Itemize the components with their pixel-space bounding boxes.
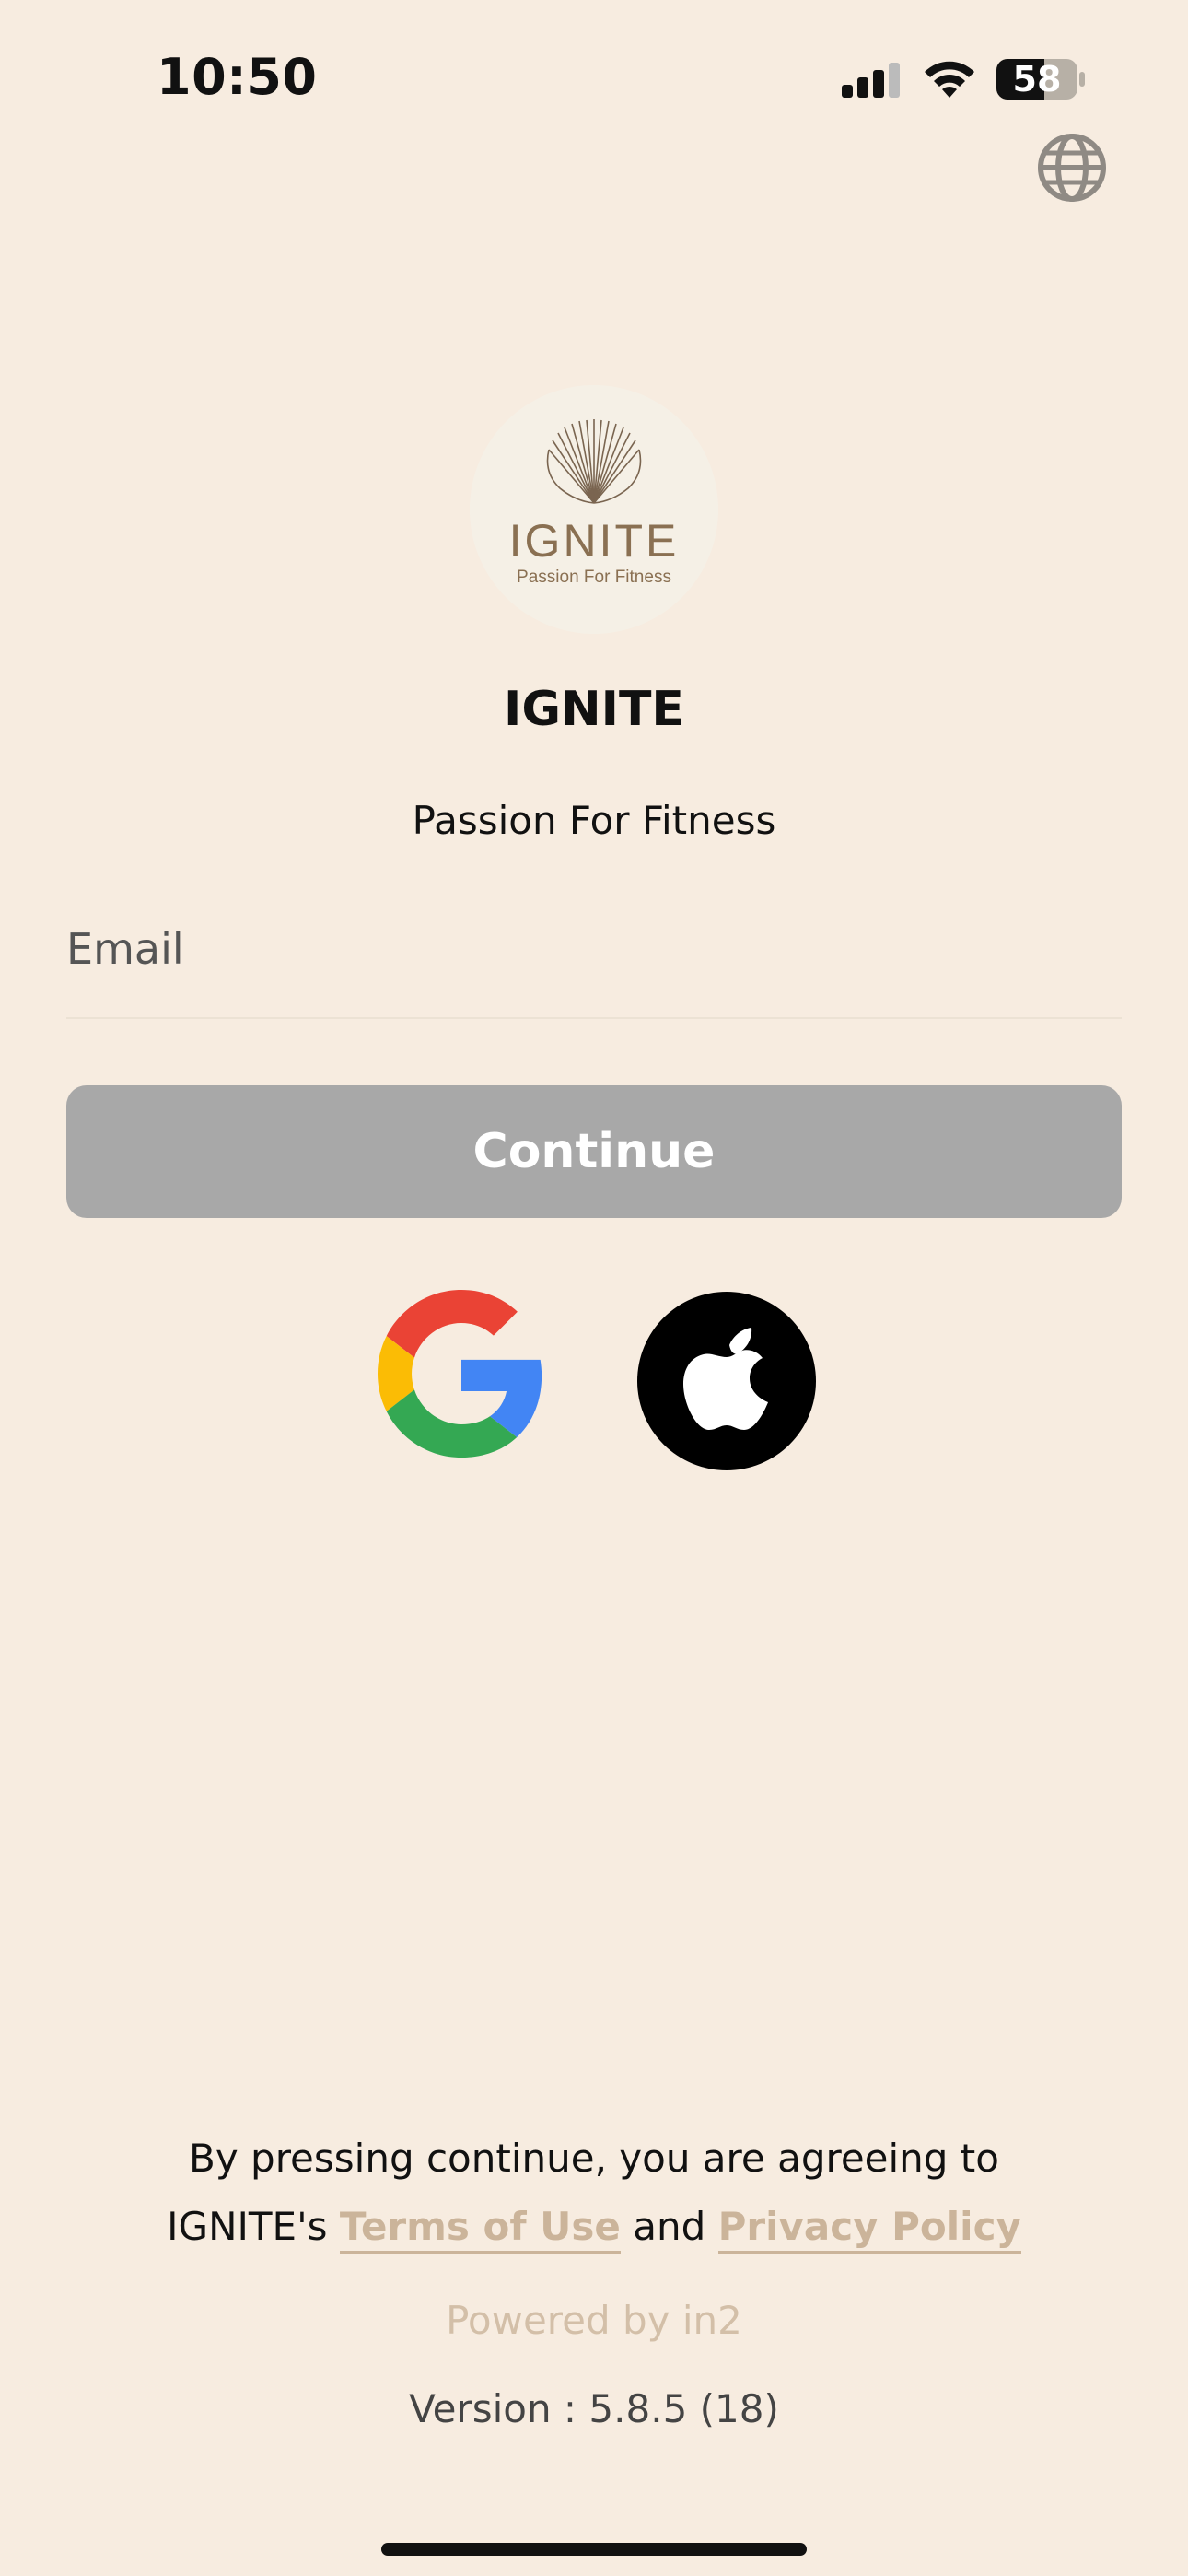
- logo-wordmark: IGNITE: [508, 515, 680, 567]
- terms-notice-line1: By pressing continue, you are agreeing t…: [189, 2136, 999, 2181]
- terms-of-use-link[interactable]: Terms of Use: [339, 2204, 621, 2254]
- email-field-container: [66, 912, 1122, 1019]
- shell-fan-icon: [546, 419, 642, 504]
- apple-sign-in-button[interactable]: [637, 1292, 816, 1470]
- logo-tagline: Passion For Fitness: [517, 568, 671, 587]
- wifi-icon: [925, 61, 974, 98]
- battery-level: 58: [1012, 59, 1062, 100]
- continue-button[interactable]: Continue: [66, 1085, 1122, 1218]
- status-time: 10:50: [157, 48, 318, 106]
- cellular-signal-icon: [842, 63, 900, 98]
- page-title: IGNITE: [504, 682, 684, 737]
- page-subtitle: Passion For Fitness: [412, 798, 776, 843]
- powered-by-text: Powered by in2: [446, 2298, 742, 2343]
- home-indicator[interactable]: [381, 2543, 807, 2556]
- globe-icon[interactable]: [1035, 131, 1109, 205]
- google-icon[interactable]: [378, 1290, 545, 1458]
- privacy-policy-link[interactable]: Privacy Policy: [717, 2204, 1021, 2254]
- version-text: Version : 5.8.5 (18): [409, 2386, 779, 2431]
- terms-notice-line2: IGNITE's Terms of Use and Privacy Policy: [0, 2204, 1188, 2254]
- terms-notice-and: and: [633, 2204, 706, 2249]
- terms-notice-prefix: IGNITE's: [167, 2204, 328, 2249]
- email-field[interactable]: [66, 912, 1122, 986]
- brand-logo: IGNITE Passion For Fitness: [470, 385, 718, 634]
- apple-icon: [683, 1328, 768, 1430]
